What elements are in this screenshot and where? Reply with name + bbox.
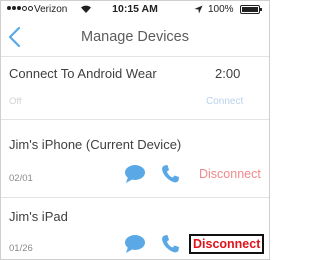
phone-icon[interactable] xyxy=(160,164,180,184)
android-wear-timer: 2:00 xyxy=(215,66,241,81)
nav-bar: Manage Devices xyxy=(1,18,269,56)
status-bar: Verizon 10:15 AM 100% xyxy=(1,1,269,18)
page-title: Manage Devices xyxy=(81,29,189,45)
device-name: Jim's iPhone (Current Device) xyxy=(9,137,182,152)
battery-icon xyxy=(240,5,262,14)
disconnect-button[interactable]: Disconnect xyxy=(199,167,261,181)
device-date: 01/26 xyxy=(9,243,33,254)
disconnect-button-highlighted[interactable]: Disconnect xyxy=(189,234,265,254)
device-name: Jim's iPad xyxy=(9,209,68,224)
battery-percent: 100% xyxy=(208,4,234,15)
divider xyxy=(1,197,269,198)
connect-button[interactable]: Connect xyxy=(206,96,243,107)
message-icon[interactable] xyxy=(124,234,146,254)
device-date: 02/01 xyxy=(9,173,33,184)
message-icon[interactable] xyxy=(124,164,146,184)
location-arrow-icon xyxy=(194,5,203,14)
android-wear-title: Connect To Android Wear xyxy=(9,66,157,81)
screen: Verizon 10:15 AM 100% Manage Devices Con… xyxy=(0,0,270,260)
android-wear-status: Off xyxy=(9,96,22,107)
phone-icon[interactable] xyxy=(160,234,180,254)
divider xyxy=(1,56,269,57)
divider xyxy=(1,119,269,120)
